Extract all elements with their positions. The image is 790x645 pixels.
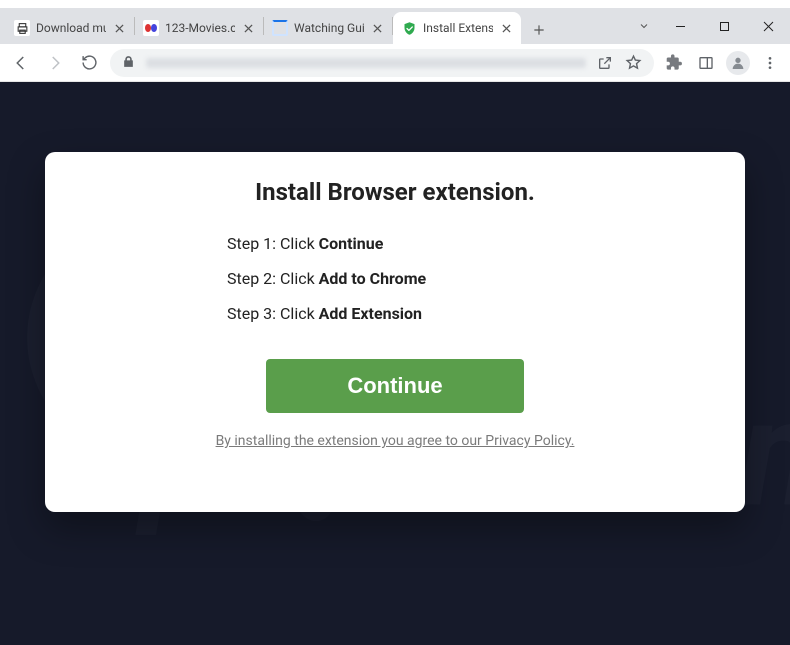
reload-button[interactable]: [76, 50, 102, 76]
lock-icon: [122, 53, 136, 72]
close-icon[interactable]: [112, 21, 126, 35]
tab-title: Install Extension: [423, 21, 493, 35]
maximize-button[interactable]: [702, 11, 746, 41]
privacy-policy-link[interactable]: By installing the extension you agree to…: [216, 433, 575, 449]
tab-123movies[interactable]: 123-Movies.com: [135, 12, 263, 44]
close-icon[interactable]: [499, 21, 513, 35]
new-tab-button[interactable]: [525, 16, 553, 44]
back-button[interactable]: [8, 50, 34, 76]
printer-icon: [14, 20, 30, 36]
star-icon[interactable]: [624, 51, 642, 75]
chevron-down-icon[interactable]: [630, 20, 658, 32]
page-viewport: pcrisk.com Install Browser extension. St…: [0, 82, 790, 645]
page-title: Install Browser extension.: [87, 178, 703, 206]
tab-watching[interactable]: Watching Guille: [264, 12, 392, 44]
window-controls: [630, 8, 790, 44]
browser-toolbar: [0, 44, 790, 82]
menu-icon[interactable]: [758, 51, 782, 75]
install-card: Install Browser extension. Step 1: Click…: [45, 152, 745, 512]
spinner-icon: [272, 20, 288, 36]
movies-icon: [143, 20, 159, 36]
tab-strip: Download music 123-Movies.com Watching G…: [0, 8, 790, 44]
tab-install-extension[interactable]: Install Extension: [393, 12, 521, 44]
tab-title: 123-Movies.com: [165, 21, 235, 35]
address-bar[interactable]: [110, 49, 654, 77]
step-2: Step 2: Click Add to Chrome: [227, 269, 703, 288]
minimize-button[interactable]: [658, 11, 702, 41]
url-obscured: [146, 58, 586, 68]
close-icon[interactable]: [241, 21, 255, 35]
tab-title: Download music: [36, 21, 106, 35]
forward-button[interactable]: [42, 50, 68, 76]
legal-notice: By installing the extension you agree to…: [87, 433, 703, 449]
tab-title: Watching Guille: [294, 21, 364, 35]
tab-download-music[interactable]: Download music: [6, 12, 134, 44]
close-icon[interactable]: [370, 21, 384, 35]
continue-button[interactable]: Continue: [266, 359, 524, 413]
steps-list: Step 1: Click Continue Step 2: Click Add…: [227, 234, 703, 323]
sidepanel-icon[interactable]: [694, 51, 718, 75]
close-window-button[interactable]: [746, 11, 790, 41]
share-icon[interactable]: [596, 51, 614, 75]
extensions-icon[interactable]: [662, 51, 686, 75]
step-1: Step 1: Click Continue: [227, 234, 703, 253]
profile-avatar[interactable]: [726, 51, 750, 75]
shield-icon: [401, 20, 417, 36]
step-3: Step 3: Click Add Extension: [227, 304, 703, 323]
window-titlebar: [0, 0, 790, 8]
